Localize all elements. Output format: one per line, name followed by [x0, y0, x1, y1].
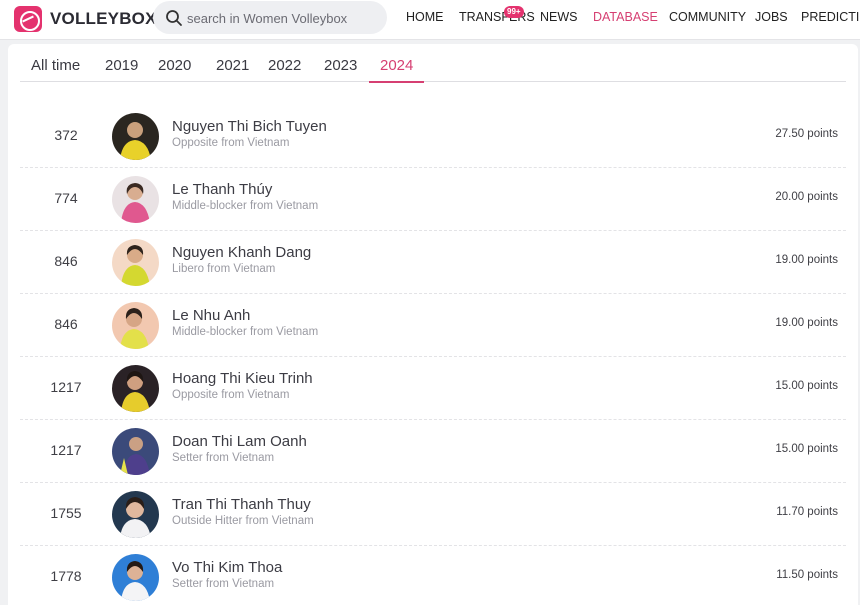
player-name[interactable]: Doan Thi Lam Oanh [172, 433, 307, 450]
player-name[interactable]: Hoang Thi Kieu Trinh [172, 370, 313, 387]
player-row[interactable]: 774 Le Thanh Thúy Middle-blocker from Vi… [20, 168, 846, 231]
player-position-country: Libero from Vietnam [172, 263, 276, 275]
tab-2024[interactable]: 2024 [368, 57, 425, 83]
player-name[interactable]: Nguyen Khanh Dang [172, 244, 311, 261]
tab-2019[interactable]: 2019 [105, 57, 138, 81]
search-box[interactable] [153, 1, 387, 34]
search-icon [166, 10, 182, 26]
player-position-country: Outside Hitter from Vietnam [172, 515, 314, 527]
player-position-country: Setter from Vietnam [172, 578, 275, 590]
tab-all-time[interactable]: All time [31, 57, 80, 81]
rank-number: 846 [54, 253, 78, 269]
player-points: 11.50 points [776, 569, 838, 581]
player-points: 27.50 points [775, 128, 838, 140]
player-name[interactable]: Le Thanh Thúy [172, 181, 272, 198]
player-avatar[interactable] [112, 113, 159, 160]
tab-2020[interactable]: 2020 [158, 57, 191, 81]
rank-number: 1778 [50, 568, 82, 584]
player-points: 20.00 points [775, 191, 838, 203]
player-avatar[interactable] [112, 239, 159, 286]
player-row[interactable]: 846 Nguyen Khanh Dang Libero from Vietna… [20, 231, 846, 294]
player-position-country: Opposite from Vietnam [172, 389, 290, 401]
volleybox-logo[interactable]: VOLLEYBOX [14, 6, 173, 32]
player-position-country: Middle-blocker from Vietnam [172, 326, 319, 338]
player-row[interactable]: 372 Nguyen Thi Bich Tuyen Opposite from … [20, 105, 846, 168]
player-position-country: Setter from Vietnam [172, 452, 275, 464]
brand-name: VOLLEYBOX [50, 9, 157, 28]
season-tabs: All time 2019 2020 2021 2022 2023 2024 [20, 44, 846, 83]
nav-database[interactable]: DATABASE [593, 10, 658, 24]
rank-number: 1217 [50, 442, 82, 458]
rank-number: 846 [54, 316, 78, 332]
nav-community[interactable]: COMMUNITY [669, 10, 746, 24]
player-position-country: Middle-blocker from Vietnam [172, 200, 319, 212]
player-row[interactable]: 1778 Vo Thi Kim Thoa Setter from Vietnam… [20, 546, 846, 605]
player-avatar[interactable] [112, 176, 159, 223]
tab-2023[interactable]: 2023 [324, 57, 357, 81]
nav-prediction[interactable]: PREDICTION [801, 10, 860, 24]
player-row[interactable]: 1217 Hoang Thi Kieu Trinh Opposite from … [20, 357, 846, 420]
player-avatar[interactable] [112, 491, 159, 538]
player-avatar[interactable] [112, 302, 159, 349]
volleyball-logo-icon [14, 6, 42, 32]
tab-2022[interactable]: 2022 [268, 57, 301, 81]
player-avatar[interactable] [112, 365, 159, 412]
nav-news[interactable]: NEWS [540, 10, 578, 24]
player-name[interactable]: Vo Thi Kim Thoa [172, 559, 282, 576]
player-points: 11.70 points [776, 506, 838, 518]
player-points: 15.00 points [775, 443, 838, 455]
player-ranking-list: 372 Nguyen Thi Bich Tuyen Opposite from … [20, 105, 846, 605]
player-points: 19.00 points [775, 254, 838, 266]
rank-number: 372 [54, 127, 78, 143]
player-name[interactable]: Tran Thi Thanh Thuy [172, 496, 311, 513]
tab-2021[interactable]: 2021 [216, 57, 249, 81]
player-row[interactable]: 846 Le Nhu Anh Middle-blocker from Vietn… [20, 294, 846, 357]
player-points: 15.00 points [775, 380, 838, 392]
ranking-card: All time 2019 2020 2021 2022 2023 2024 3… [8, 44, 858, 605]
transfers-count-badge: 99+ [504, 6, 524, 18]
rank-number: 1217 [50, 379, 82, 395]
search-input[interactable] [187, 8, 377, 28]
player-avatar[interactable] [112, 554, 159, 601]
nav-home[interactable]: HOME [406, 10, 444, 24]
player-name[interactable]: Le Nhu Anh [172, 307, 250, 324]
rank-number: 1755 [50, 505, 82, 521]
nav-jobs[interactable]: JOBS [755, 10, 788, 24]
player-position-country: Opposite from Vietnam [172, 137, 290, 149]
player-name[interactable]: Nguyen Thi Bich Tuyen [172, 118, 327, 135]
player-points: 19.00 points [775, 317, 838, 329]
rank-number: 774 [54, 190, 78, 206]
top-navigation-bar: VOLLEYBOX HOME TRANSFERS 99+ NEWS DATABA… [0, 0, 860, 40]
player-row[interactable]: 1755 Tran Thi Thanh Thuy Outside Hitter … [20, 483, 846, 546]
player-avatar[interactable] [112, 428, 159, 475]
player-row[interactable]: 1217 Doan Thi Lam Oanh Setter from Vietn… [20, 420, 846, 483]
